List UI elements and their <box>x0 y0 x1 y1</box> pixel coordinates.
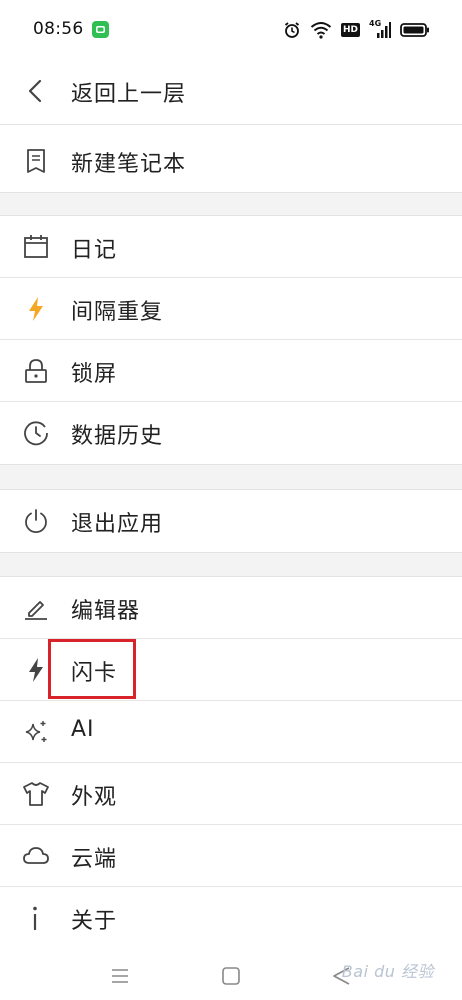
battery-icon <box>400 22 430 38</box>
menu-item-label: 退出应用 <box>71 512 164 537</box>
power-icon <box>22 507 50 535</box>
menu-item-label: 外观 <box>71 785 118 810</box>
menu-item-label: 锁屏 <box>71 362 118 387</box>
hd-icon: HD <box>340 23 360 37</box>
tshirt-icon <box>22 780 50 808</box>
menu-item-spaced-repetition[interactable]: 间隔重复 <box>0 278 462 340</box>
menu-item-label: 新建笔记本 <box>71 152 187 177</box>
pen-icon <box>22 594 50 622</box>
menu-item-lock-screen[interactable]: 锁屏 <box>0 340 462 402</box>
back-label: 返回上一层 <box>71 82 187 107</box>
menu-item-data-history[interactable]: 数据历史 <box>0 402 462 464</box>
menu-item-diary[interactable]: 日记 <box>0 216 462 278</box>
menu-item-label: AI <box>71 717 95 742</box>
signal-icon: 4G <box>369 19 391 39</box>
section-gap <box>0 552 462 577</box>
cloud-icon <box>22 842 50 870</box>
menu-item-cloud[interactable]: 云端 <box>0 825 462 887</box>
lock-icon <box>22 357 50 385</box>
menu-item-about[interactable]: 关于 <box>0 887 462 949</box>
section-gap <box>0 464 462 490</box>
menu-item-label: 数据历史 <box>71 424 164 449</box>
watermark: Bai du 经验 <box>341 962 434 981</box>
menu-nav-button[interactable] <box>108 964 132 988</box>
menu-item-label: 云端 <box>71 847 118 872</box>
menu-item-ai[interactable]: AI <box>0 701 462 763</box>
alarm-icon <box>283 21 301 39</box>
status-bar: 08:56 HD 4G <box>0 0 462 62</box>
menu-item-appearance[interactable]: 外观 <box>0 763 462 825</box>
menu-item-label: 间隔重复 <box>71 300 164 325</box>
app-screen: 08:56 HD 4G 返回上一层 新建笔记本 日记 间隔重复 锁屏 数据历史 … <box>0 0 462 1000</box>
back-button[interactable]: 返回上一层 <box>0 62 462 120</box>
menu-item-label: 编辑器 <box>71 599 141 624</box>
menu-item-exit-app[interactable]: 退出应用 <box>0 490 462 552</box>
status-time: 08:56 <box>33 19 84 39</box>
notebook-icon <box>22 147 50 175</box>
hamburger-icon <box>112 969 128 983</box>
square-icon <box>222 967 240 985</box>
status-icons: HD 4G <box>283 19 430 41</box>
section-gap <box>0 192 462 216</box>
calendar-icon <box>22 233 50 261</box>
info-icon <box>22 904 50 932</box>
lightning-icon <box>22 295 50 323</box>
chevron-left-icon <box>22 77 50 105</box>
menu-item-label: 关于 <box>71 909 118 934</box>
lightning-icon <box>22 656 50 684</box>
divider <box>0 124 462 125</box>
history-clock-icon <box>22 419 50 447</box>
menu-item-label: 日记 <box>71 238 118 263</box>
home-nav-button[interactable] <box>219 964 243 988</box>
menu-item-new-notebook[interactable]: 新建笔记本 <box>0 130 462 192</box>
wifi-icon <box>310 21 332 39</box>
wechat-notification-icon <box>92 21 109 38</box>
sparkle-icon <box>22 718 50 746</box>
menu-item-editor[interactable]: 编辑器 <box>0 577 462 639</box>
highlight-box <box>48 639 136 699</box>
